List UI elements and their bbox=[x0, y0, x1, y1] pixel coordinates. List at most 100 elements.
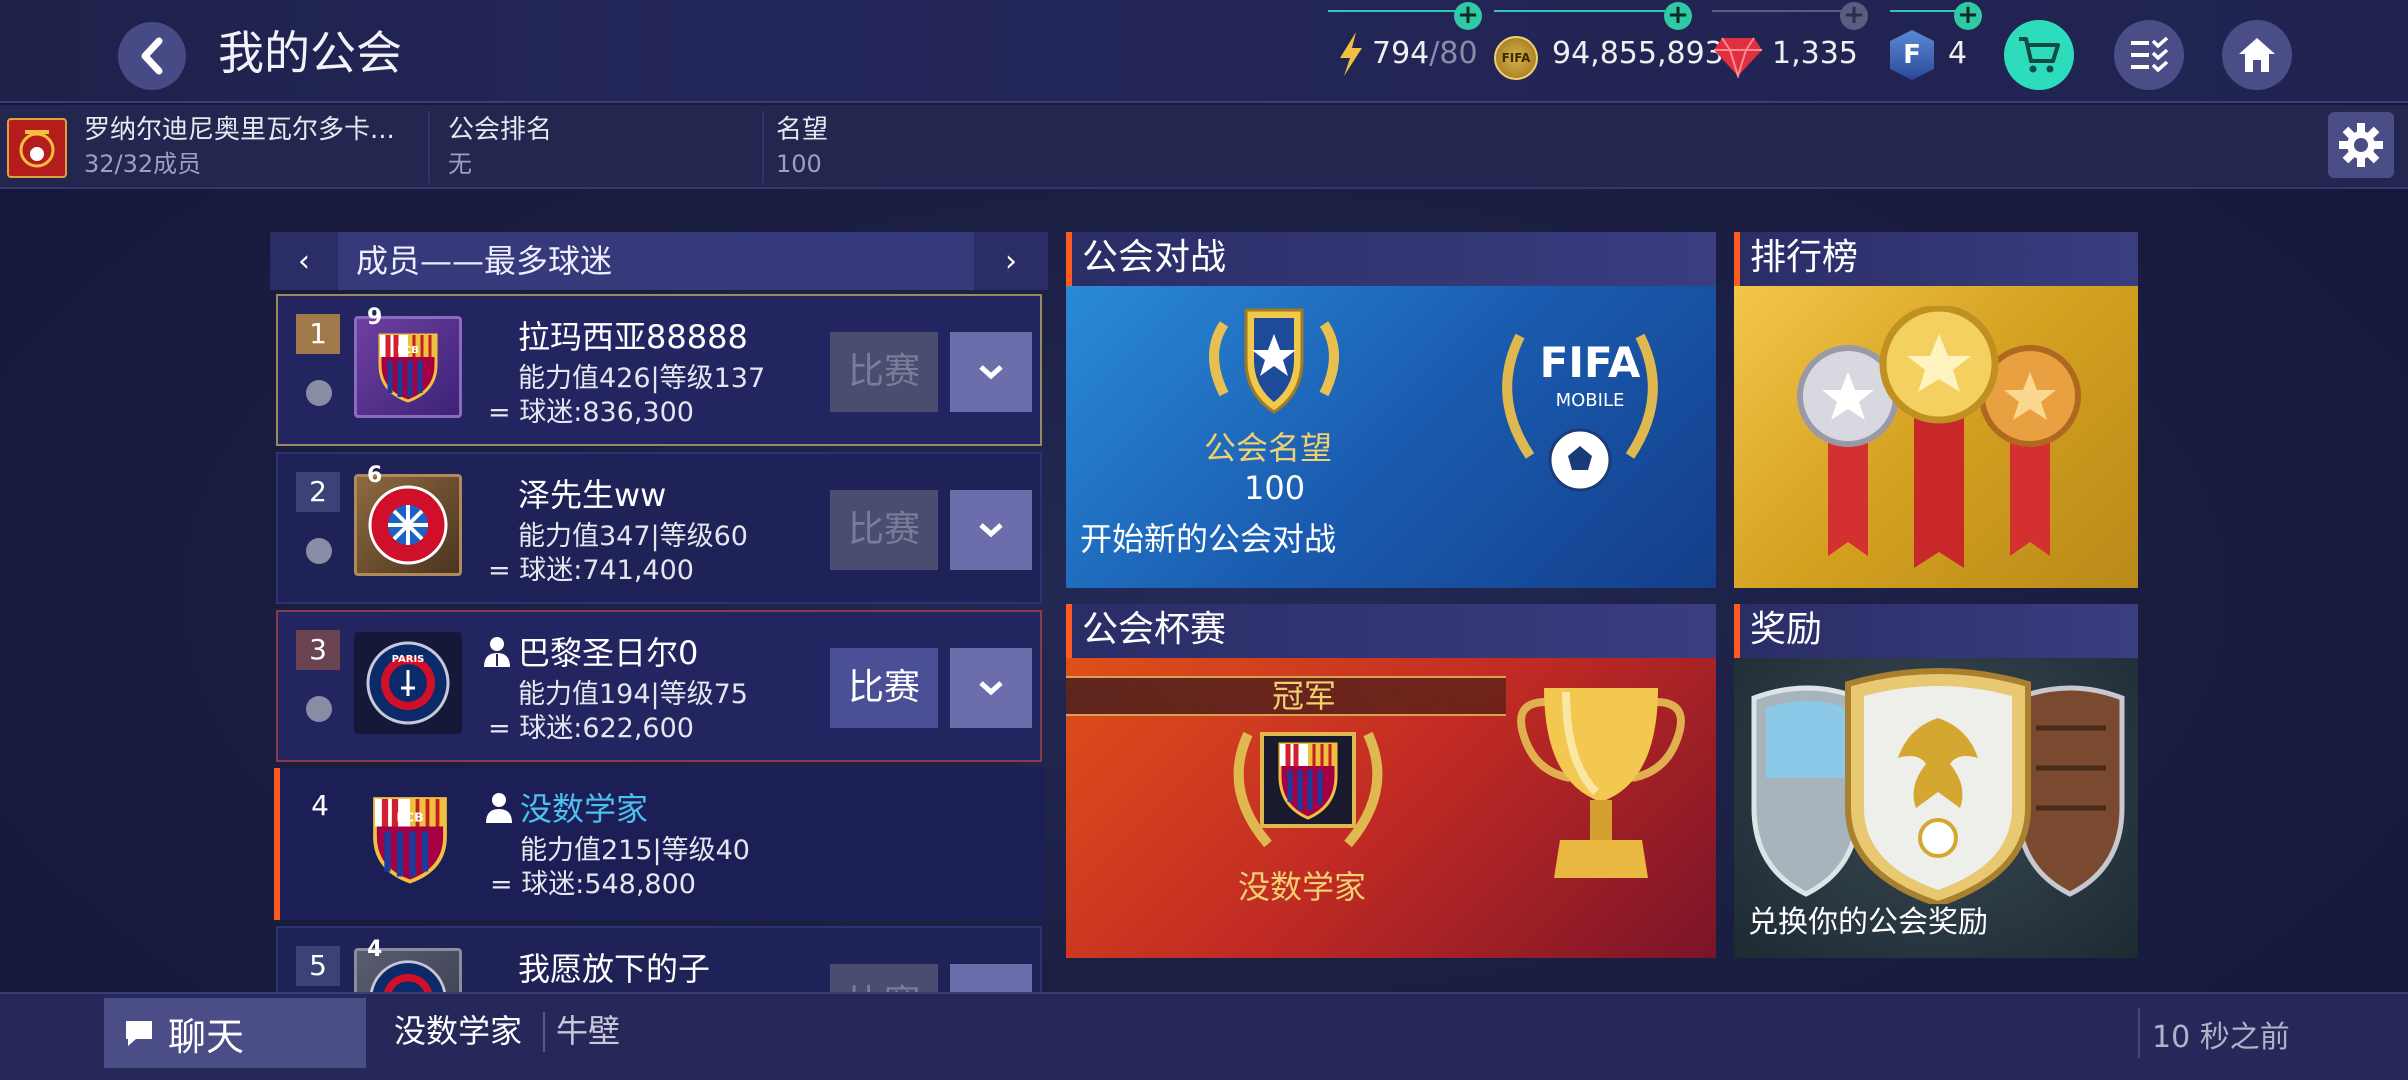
match-button[interactable]: 比赛 bbox=[830, 332, 938, 412]
match-button[interactable]: 比赛 bbox=[830, 648, 938, 728]
chat-bubble-icon bbox=[126, 1021, 152, 1046]
guild-battle-body: 公会名望 100 FIFA MOBILE 开始新的公会对战 bbox=[1066, 286, 1716, 588]
member-row[interactable]: 3 PARIS 巴黎圣日尔0 能力值194|等级75 = 球迷:622,600 … bbox=[276, 610, 1042, 762]
chevron-down-icon bbox=[979, 681, 1003, 696]
settings-button[interactable] bbox=[2328, 112, 2394, 178]
rank-number: 4 bbox=[311, 789, 329, 822]
fans-value: 球迷:622,600 bbox=[519, 713, 694, 744]
member-stats: 能力值426|等级137 bbox=[518, 363, 766, 394]
expand-button[interactable] bbox=[950, 332, 1032, 412]
guild-crest-icon bbox=[7, 118, 67, 178]
equals-icon: = bbox=[488, 713, 520, 744]
member-fans: = 球迷:741,400 bbox=[488, 554, 694, 588]
divider bbox=[428, 111, 430, 183]
champion-label: 冠军 bbox=[1272, 677, 1337, 715]
next-sort-button[interactable]: › bbox=[974, 232, 1048, 290]
guild-prestige-label: 名望 bbox=[776, 115, 829, 145]
divider bbox=[2138, 1008, 2140, 1058]
chevron-down-icon bbox=[979, 523, 1003, 538]
rewards-panel[interactable]: 奖励 兑换你的公会奖励 bbox=[1734, 604, 2138, 958]
club-badge: PARIS bbox=[354, 632, 462, 734]
match-button[interactable]: 比赛 bbox=[830, 490, 938, 570]
energy-counter[interactable]: + 794/80 bbox=[1328, 0, 1482, 103]
badge-level: 9 bbox=[367, 305, 383, 330]
expand-button[interactable] bbox=[950, 490, 1032, 570]
chat-username: 没数学家 bbox=[394, 1012, 523, 1050]
guild-cup-panel[interactable]: 公会杯赛 冠军 没数学家 bbox=[1066, 604, 1716, 958]
fifa-points-counter[interactable]: + F 4 bbox=[1890, 0, 1990, 103]
member-row[interactable]: 2 6 泽先生ww 能力值347|等级60 = 球迷:741,400 比赛 bbox=[276, 452, 1042, 604]
guild-rank-value: 无 bbox=[448, 150, 472, 178]
guild-cup-title: 公会杯赛 bbox=[1066, 604, 1716, 658]
leaderboard-title: 排行榜 bbox=[1734, 232, 2138, 286]
chat-button[interactable]: 聊天 bbox=[104, 998, 366, 1068]
member-row-self[interactable]: 4 FCB 没数学家 能力值215|等级40 = 球迷:548,800 bbox=[274, 768, 1044, 920]
coin-icon: FIFA bbox=[1494, 36, 1538, 80]
lightning-icon bbox=[1340, 32, 1362, 76]
add-gems-button[interactable]: + bbox=[1840, 2, 1868, 30]
fifa-points-value: 4 bbox=[1948, 36, 1968, 71]
page-title: 我的公会 bbox=[218, 26, 402, 80]
home-button[interactable] bbox=[2222, 20, 2292, 90]
expand-button[interactable] bbox=[950, 964, 1032, 992]
prestige-shield-icon bbox=[1209, 308, 1339, 414]
expand-button[interactable] bbox=[950, 648, 1032, 728]
chat-timestamp: 10 秒之前 bbox=[2152, 1020, 2290, 1055]
fans-value: 球迷:741,400 bbox=[519, 555, 694, 586]
member-name: 没数学家 bbox=[520, 790, 649, 828]
role-icon bbox=[486, 793, 512, 823]
equals-icon: = bbox=[488, 555, 520, 586]
champion-wreath-icon bbox=[1233, 731, 1383, 848]
member-row[interactable]: 5 4 我愿放下的子 比赛 bbox=[276, 926, 1042, 992]
online-status-icon bbox=[306, 538, 332, 564]
member-list[interactable]: 1 9 FCB 拉玛西亚88888 能力值426|等级137 = 球迷:836,… bbox=[270, 292, 1048, 992]
badge-level: 4 bbox=[367, 937, 383, 962]
shop-button[interactable] bbox=[2004, 20, 2074, 90]
prestige-label: 公会名望 bbox=[1204, 429, 1333, 467]
member-stats: 能力值194|等级75 bbox=[518, 679, 748, 710]
medals-icon bbox=[1797, 306, 2081, 568]
member-list-header: ‹ 成员——最多球迷 › bbox=[270, 232, 1048, 290]
guild-prestige-value: 100 bbox=[776, 150, 822, 178]
tasks-button[interactable] bbox=[2114, 20, 2184, 90]
online-status-icon bbox=[306, 380, 332, 406]
role-icon bbox=[484, 637, 510, 667]
svg-text:PARIS: PARIS bbox=[392, 654, 425, 665]
guild-name: 罗纳尔迪尼奥里瓦尔多卡... bbox=[84, 115, 395, 145]
member-name: 巴黎圣日尔0 bbox=[518, 634, 699, 672]
coins-counter[interactable]: + FIFA 94,855,893 bbox=[1494, 0, 1724, 103]
energy-current: 794 bbox=[1372, 36, 1430, 71]
prev-sort-button[interactable]: ‹ bbox=[270, 232, 338, 290]
leaderboard-body bbox=[1734, 286, 2138, 588]
cart-icon bbox=[2019, 37, 2060, 73]
guild-battle-caption: 开始新的公会对战 bbox=[1080, 520, 1337, 558]
chevron-down-icon bbox=[979, 365, 1003, 380]
home-icon bbox=[2239, 38, 2275, 72]
add-fifa-points-button[interactable]: + bbox=[1954, 2, 1982, 30]
member-list-title: 成员——最多球迷 bbox=[356, 242, 613, 280]
club-badge: FCB bbox=[356, 788, 464, 890]
rewards-body: 兑换你的公会奖励 bbox=[1734, 658, 2138, 958]
gems-counter[interactable]: + 1,335 bbox=[1712, 0, 1868, 103]
member-row[interactable]: 1 9 FCB 拉玛西亚88888 能力值426|等级137 = 球迷:836,… bbox=[276, 294, 1042, 446]
gem-icon bbox=[1714, 37, 1762, 78]
equals-icon: = bbox=[490, 869, 522, 900]
guild-info-bar: 罗纳尔迪尼奥里瓦尔多卡... 32/32成员 公会排名 无 名望 100 bbox=[0, 105, 2408, 189]
equals-icon: = bbox=[488, 397, 520, 428]
add-energy-button[interactable]: + bbox=[1454, 2, 1482, 30]
svg-text:FCB: FCB bbox=[397, 345, 419, 356]
divider bbox=[543, 1012, 545, 1052]
gear-icon bbox=[2339, 123, 2383, 167]
rewards-title: 奖励 bbox=[1734, 604, 2138, 658]
bayern-crest-icon bbox=[368, 485, 448, 565]
guild-battle-panel[interactable]: 公会对战 公会名望 100 FIFA MOBILE 开始新的公会对战 bbox=[1066, 232, 1716, 588]
psg-crest-icon: PARIS bbox=[366, 641, 450, 725]
match-button[interactable]: 比赛 bbox=[830, 964, 938, 992]
leaderboard-panel[interactable]: 排行榜 bbox=[1734, 232, 2138, 588]
add-coins-button[interactable]: + bbox=[1664, 2, 1692, 30]
coins-value: 94,855,893 bbox=[1552, 36, 1724, 71]
member-name: 泽先生ww bbox=[518, 476, 667, 514]
chat-bar: 聊天 没数学家 牛壁 10 秒之前 bbox=[0, 992, 2408, 1080]
back-button[interactable] bbox=[118, 22, 186, 90]
top-bar: 我的公会 + 794/80 + FIFA 94,855,893 + 1,335 … bbox=[0, 0, 2408, 103]
